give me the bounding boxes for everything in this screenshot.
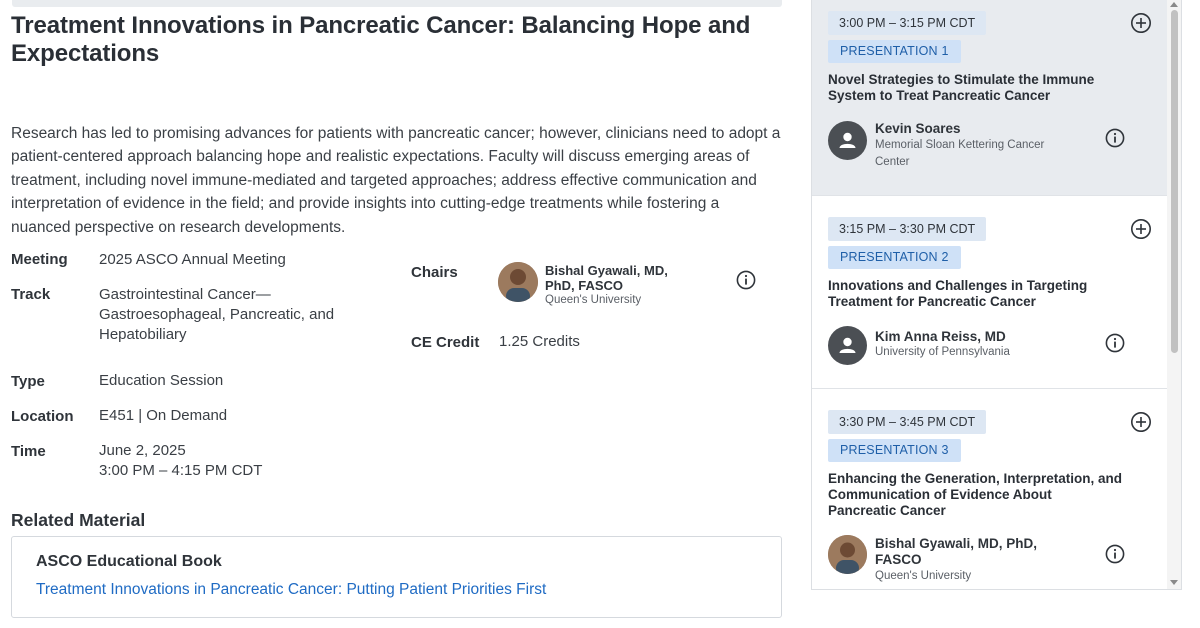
top-strip: [12, 0, 782, 7]
chair-institution: Queen's University: [545, 294, 642, 306]
person-icon: [839, 132, 856, 148]
related-material-card: ASCO Educational Book Treatment Innovati…: [11, 536, 782, 618]
info-icon[interactable]: [1105, 333, 1125, 353]
session-meta: Meeting 2025 ASCO Annual Meeting Track G…: [11, 251, 786, 491]
add-plus-icon[interactable]: [1130, 218, 1152, 240]
presentation-title-line3[interactable]: Pancreatic Cancer: [828, 503, 1158, 520]
presentation-card-2[interactable]: 3:15 PM – 3:30 PM CDT PRESENTATION 2 Inn…: [812, 196, 1167, 389]
speaker-avatar[interactable]: [828, 535, 867, 574]
presentation-time-chip: 3:15 PM – 3:30 PM CDT: [828, 217, 987, 241]
info-icon[interactable]: [1105, 128, 1125, 148]
presentation-title-line2[interactable]: Communication of Evidence About: [828, 487, 1158, 504]
info-icon[interactable]: [736, 270, 756, 290]
person-icon: [839, 337, 856, 353]
presentation-title-line1[interactable]: Enhancing the Generation, Interpretation…: [828, 471, 1158, 488]
track-value-line3: Hepatobiliary: [99, 326, 187, 343]
meeting-value: 2025 ASCO Annual Meeting: [99, 251, 286, 268]
presentation-title-line1[interactable]: Innovations and Challenges in Targeting: [828, 278, 1158, 295]
time-label: Time: [11, 443, 46, 460]
chair-name-line1[interactable]: Bishal Gyawali, MD,: [545, 263, 668, 278]
ce-credit-value: 1.25 Credits: [499, 333, 580, 350]
related-article-link[interactable]: Treatment Innovations in Pancreatic Canc…: [36, 581, 546, 599]
scrollbar-thumb[interactable]: [1171, 10, 1178, 353]
scroll-down-arrow-icon[interactable]: [1170, 580, 1178, 585]
ce-credit-label: CE Credit: [411, 334, 480, 351]
meeting-label: Meeting: [11, 251, 68, 268]
presentation-card-3[interactable]: 3:30 PM – 3:45 PM CDT PRESENTATION 3 Enh…: [812, 389, 1167, 589]
add-plus-icon[interactable]: [1130, 12, 1152, 34]
related-material-heading: Related Material: [11, 510, 146, 530]
panel-scrollbar[interactable]: [1167, 0, 1181, 589]
presentations-panel[interactable]: 3:00 PM – 3:15 PM CDT PRESENTATION 1 Nov…: [811, 0, 1182, 590]
track-value-line1: Gastrointestinal Cancer—: [99, 286, 271, 303]
time-date: June 2, 2025: [99, 442, 186, 459]
speaker-name[interactable]: Kevin Soares: [875, 121, 1075, 137]
speaker-institution-line1: University of Pennsylvania: [875, 346, 1010, 358]
speaker-name[interactable]: Kim Anna Reiss, MD: [875, 329, 1075, 345]
type-value: Education Session: [99, 372, 224, 389]
location-label: Location: [11, 408, 74, 425]
chair-name-line2[interactable]: PhD, FASCO: [545, 278, 623, 293]
session-detail: Treatment Innovations in Pancreatic Canc…: [11, 12, 786, 618]
chair-avatar[interactable]: [498, 262, 538, 302]
speaker-name-line2[interactable]: FASCO: [875, 552, 1075, 568]
add-plus-icon[interactable]: [1130, 411, 1152, 433]
related-book-title: ASCO Educational Book: [36, 553, 222, 570]
time-range: 3:00 PM – 4:15 PM CDT: [99, 462, 263, 479]
info-icon[interactable]: [1105, 544, 1125, 564]
speaker-photo-icon: [828, 535, 867, 574]
presentation-number-chip: PRESENTATION 3: [828, 439, 961, 462]
chairs-label: Chairs: [411, 264, 458, 281]
session-description: Research has led to promising advances f…: [11, 125, 781, 236]
presentation-number-chip: PRESENTATION 1: [828, 40, 961, 63]
speaker-name-line1[interactable]: Bishal Gyawali, MD, PhD,: [875, 536, 1075, 552]
presentation-time-chip: 3:30 PM – 3:45 PM CDT: [828, 410, 987, 434]
presentation-time-chip: 3:00 PM – 3:15 PM CDT: [828, 11, 987, 35]
track-label: Track: [11, 286, 51, 303]
presentation-number-chip: PRESENTATION 2: [828, 246, 961, 269]
presentation-card-1[interactable]: 3:00 PM – 3:15 PM CDT PRESENTATION 1 Nov…: [812, 0, 1167, 196]
presentation-title-line2[interactable]: Treatment for Pancreatic Cancer: [828, 294, 1158, 311]
chair-photo-icon: [498, 262, 538, 302]
speaker-avatar[interactable]: [828, 121, 867, 160]
session-title: Treatment Innovations in Pancreatic Canc…: [11, 12, 751, 67]
presentation-title-line2[interactable]: System to Treat Pancreatic Cancer: [828, 88, 1158, 105]
location-value: E451 | On Demand: [99, 407, 228, 424]
speaker-institution-line1: Queen's University: [875, 570, 972, 582]
speaker-institution-line1: Memorial Sloan Kettering Cancer: [875, 139, 1045, 151]
scroll-up-arrow-icon[interactable]: [1170, 2, 1178, 7]
speaker-institution-line2: Center: [875, 156, 910, 168]
track-value-line2: Gastroesophageal, Pancreatic, and: [99, 306, 335, 323]
type-label: Type: [11, 373, 45, 390]
presentation-title-line1[interactable]: Novel Strategies to Stimulate the Immune: [828, 72, 1158, 89]
speaker-avatar[interactable]: [828, 326, 867, 365]
